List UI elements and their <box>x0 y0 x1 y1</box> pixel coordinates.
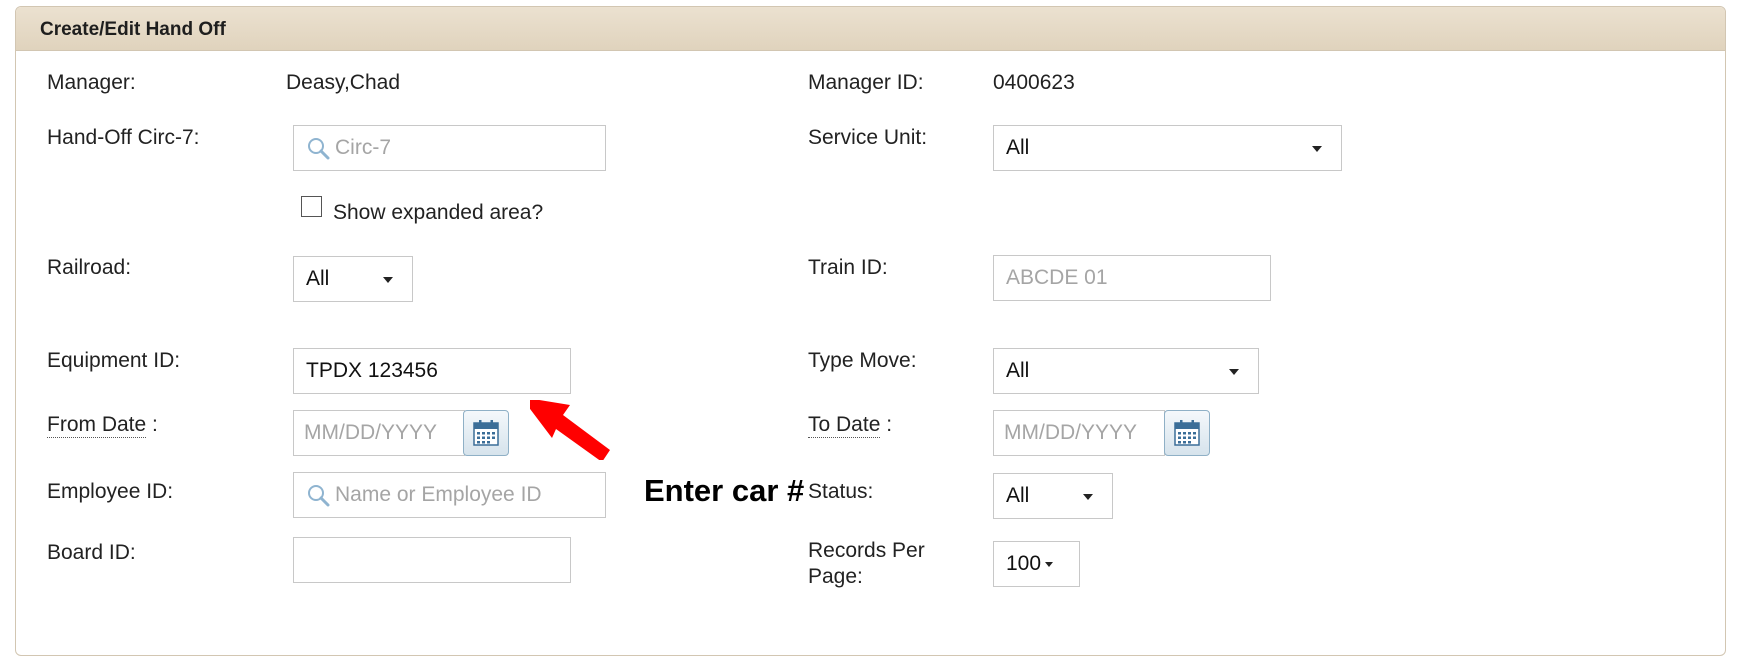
equipment-id-input[interactable]: TPDX 123456 <box>293 348 571 394</box>
from-date-label: From Date : <box>47 413 158 438</box>
board-id-label: Board ID: <box>47 541 136 564</box>
train-id-label: Train ID: <box>808 256 888 279</box>
annotation-text: Enter car # <box>644 473 805 508</box>
from-date-calendar-button[interactable] <box>463 410 509 456</box>
manager-id-label: Manager ID: <box>808 71 924 94</box>
search-icon <box>308 485 330 507</box>
service-unit-label: Service Unit: <box>808 126 928 149</box>
annotation-arrow <box>530 400 610 460</box>
records-per-page-label: Records Per Page: <box>808 539 925 588</box>
status-select[interactable]: All <box>993 473 1113 519</box>
hand-off-circ7-placeholder: Circ-7 <box>335 136 391 159</box>
from-date-input[interactable]: MM/DD/YYYY <box>293 410 465 456</box>
chevron-down-icon <box>1083 494 1093 500</box>
railroad-value: All <box>306 267 330 290</box>
show-expanded-checkbox[interactable] <box>301 196 322 217</box>
panel-header: Create/Edit Hand Off <box>16 7 1725 51</box>
chevron-down-icon <box>1312 146 1322 152</box>
hand-off-circ7-label: Hand-Off Circ-7: <box>47 126 200 149</box>
from-date-placeholder: MM/DD/YYYY <box>304 421 438 444</box>
chevron-down-icon <box>1229 369 1239 375</box>
to-date-label: To Date : <box>808 413 893 438</box>
employee-id-input[interactable]: Name or Employee ID <box>293 472 606 518</box>
manager-label: Manager: <box>47 71 136 94</box>
records-per-page-select[interactable]: 100 <box>993 541 1080 587</box>
board-id-input[interactable] <box>293 537 571 583</box>
from-date-label-text: From Date <box>47 413 147 438</box>
to-date-label-colon: : <box>886 413 893 436</box>
records-per-page-value: 100 <box>1006 552 1042 575</box>
employee-id-label: Employee ID: <box>47 480 174 503</box>
railroad-select[interactable]: All <box>293 256 413 302</box>
from-date-label-colon: : <box>152 413 158 436</box>
chevron-down-icon <box>383 277 393 283</box>
panel-title: Create/Edit Hand Off <box>40 19 226 40</box>
search-icon <box>308 138 330 160</box>
to-date-input[interactable]: MM/DD/YYYY <box>993 410 1165 456</box>
type-move-label: Type Move: <box>808 349 917 372</box>
equipment-id-value: TPDX 123456 <box>306 359 438 382</box>
service-unit-select[interactable]: All <box>993 125 1342 171</box>
hand-off-circ7-input[interactable]: Circ-7 <box>293 125 606 171</box>
manager-value: Deasy,Chad <box>286 71 401 94</box>
status-value: All <box>1006 484 1030 507</box>
railroad-label: Railroad: <box>47 256 132 279</box>
train-id-value: ABCDE 01 <box>1006 266 1108 289</box>
type-move-select[interactable]: All <box>993 348 1259 394</box>
to-date-label-text: To Date <box>808 413 881 438</box>
calendar-icon <box>473 420 499 446</box>
train-id-input[interactable]: ABCDE 01 <box>993 255 1271 301</box>
type-move-value: All <box>1006 359 1030 382</box>
manager-id-value: 0400623 <box>993 71 1075 94</box>
employee-id-placeholder: Name or Employee ID <box>335 483 542 506</box>
to-date-calendar-button[interactable] <box>1164 410 1210 456</box>
equipment-id-label: Equipment ID: <box>47 349 181 372</box>
chevron-down-icon <box>1045 561 1054 567</box>
status-label: Status: <box>808 480 874 503</box>
to-date-placeholder: MM/DD/YYYY <box>1004 421 1138 444</box>
show-expanded-label: Show expanded area? <box>333 201 544 224</box>
service-unit-value: All <box>1006 136 1030 159</box>
calendar-icon <box>1174 420 1200 446</box>
